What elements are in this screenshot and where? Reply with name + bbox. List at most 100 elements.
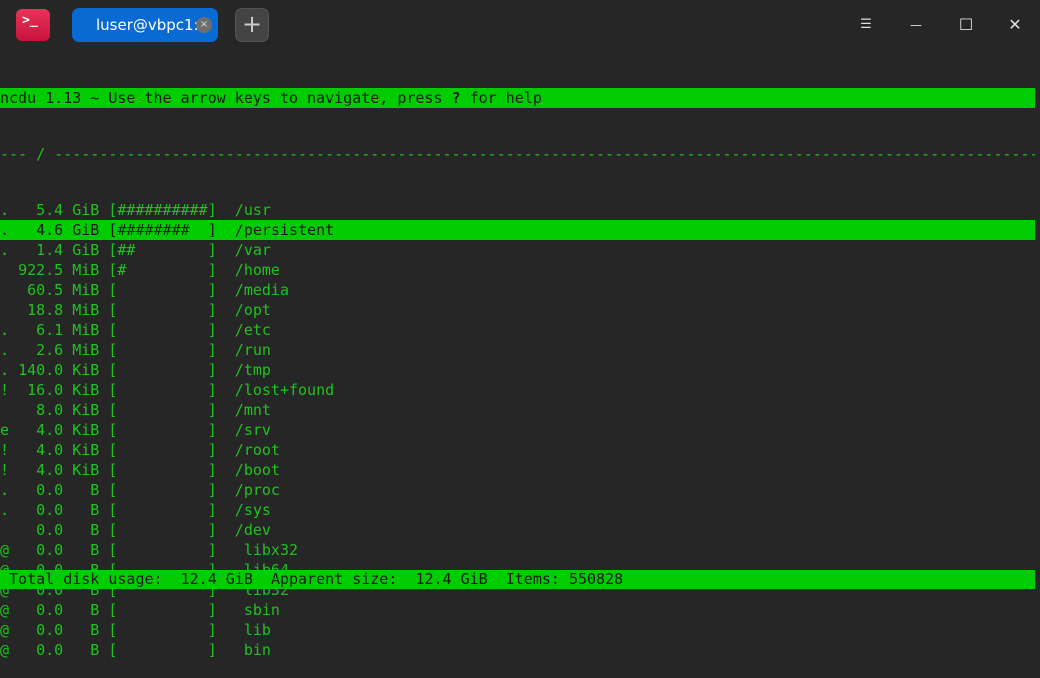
row-unit: B: [72, 601, 100, 619]
maximize-icon[interactable]: ☐: [956, 15, 976, 35]
row-graph: [117, 401, 207, 419]
row-flag: !: [0, 461, 10, 479]
row-name: /lost+found: [225, 381, 335, 399]
directory-row[interactable]: 922.5 MiB [# ] /home: [0, 260, 1035, 280]
row-size: 0.0: [18, 621, 64, 639]
tab-terminal[interactable]: luser@vbpc1: / ×: [72, 8, 218, 42]
row-unit: MiB: [72, 321, 100, 339]
directory-row[interactable]: . 140.0 KiB [ ] /tmp: [0, 360, 1035, 380]
directory-row[interactable]: . 6.1 MiB [ ] /etc: [0, 320, 1035, 340]
row-name: /mnt: [225, 401, 271, 419]
total-value: 12.4 GiB: [180, 570, 253, 588]
row-flag: .: [0, 361, 10, 379]
terminal-app-icon: >_: [16, 9, 50, 41]
row-graph: [117, 501, 207, 519]
row-unit: MiB: [72, 301, 100, 319]
row-size: 0.0: [18, 521, 64, 539]
row-graph: [117, 321, 207, 339]
directory-row[interactable]: 8.0 KiB [ ] /mnt: [0, 400, 1035, 420]
directory-row[interactable]: 60.5 MiB [ ] /media: [0, 280, 1035, 300]
row-unit: KiB: [72, 401, 100, 419]
row-flag: @: [0, 621, 10, 639]
row-graph: [117, 461, 207, 479]
directory-row[interactable]: 18.8 MiB [ ] /opt: [0, 300, 1035, 320]
menu-icon[interactable]: ☰: [856, 15, 876, 35]
row-unit: GiB: [72, 241, 100, 259]
row-flag: [0, 261, 9, 279]
items-label: Items:: [505, 570, 560, 588]
row-size: 4.0: [18, 441, 64, 459]
directory-row[interactable]: ! 4.0 KiB [ ] /root: [0, 440, 1035, 460]
row-flag: !: [0, 441, 10, 459]
row-unit: GiB: [72, 221, 100, 239]
row-graph: [117, 281, 207, 299]
directory-row[interactable]: . 5.4 GiB [##########] /usr: [0, 200, 1035, 220]
directory-row[interactable]: @ 0.0 B [ ] libx32: [0, 540, 1035, 560]
row-graph: [117, 641, 207, 659]
row-name: bin: [225, 641, 271, 659]
row-unit: MiB: [72, 261, 100, 279]
row-flag: .: [0, 221, 10, 239]
header-text-end: for help: [460, 89, 542, 107]
row-graph: ##: [117, 241, 208, 259]
row-name: /opt: [225, 301, 271, 319]
row-unit: KiB: [72, 361, 100, 379]
directory-row[interactable]: . 0.0 B [ ] /proc: [0, 480, 1035, 500]
row-flag: .: [0, 321, 10, 339]
directory-row[interactable]: ! 4.0 KiB [ ] /boot: [0, 460, 1035, 480]
row-unit: B: [72, 541, 100, 559]
items-value: 550828: [568, 570, 624, 588]
row-flag: .: [0, 201, 10, 219]
row-name: /tmp: [225, 361, 271, 379]
directory-row[interactable]: . 1.4 GiB [## ] /var: [0, 240, 1035, 260]
apparent-label: Apparent size:: [270, 570, 398, 588]
row-unit: KiB: [72, 381, 100, 399]
row-graph: [117, 601, 207, 619]
row-flag: e: [0, 421, 10, 439]
row-name: /sys: [225, 501, 271, 519]
row-flag: [0, 401, 9, 419]
row-unit: MiB: [72, 341, 100, 359]
row-name: /usr: [225, 201, 271, 219]
directory-row[interactable]: . 2.6 MiB [ ] /run: [0, 340, 1035, 360]
directory-row[interactable]: . 4.6 GiB [######## ] /persistent: [0, 220, 1035, 240]
row-graph: ########: [117, 221, 208, 239]
row-flag: !: [0, 381, 10, 399]
row-size: 0.0: [18, 541, 64, 559]
row-name: /proc: [225, 481, 280, 499]
minimize-icon[interactable]: —: [906, 15, 926, 35]
row-unit: KiB: [72, 441, 100, 459]
directory-row[interactable]: . 0.0 B [ ] /sys: [0, 500, 1035, 520]
row-graph: [117, 621, 207, 639]
row-flag: .: [0, 241, 10, 259]
new-tab-button[interactable]: +: [235, 8, 269, 42]
row-size: 5.4: [18, 201, 64, 219]
directory-row[interactable]: ! 16.0 KiB [ ] /lost+found: [0, 380, 1035, 400]
row-unit: B: [72, 621, 100, 639]
row-flag: [0, 301, 9, 319]
row-unit: B: [72, 521, 100, 539]
apparent-value: 12.4 GiB: [415, 570, 488, 588]
directory-row[interactable]: @ 0.0 B [ ] lib: [0, 620, 1035, 640]
close-tab-icon[interactable]: ×: [196, 17, 212, 33]
row-name: /srv: [225, 421, 271, 439]
row-name: libx32: [225, 541, 299, 559]
directory-row[interactable]: 0.0 B [ ] /dev: [0, 520, 1035, 540]
row-unit: B: [72, 481, 100, 499]
row-size: 140.0: [18, 361, 64, 379]
close-window-icon[interactable]: ✕: [1005, 15, 1025, 35]
row-name: /persistent: [225, 221, 335, 239]
row-name: /boot: [225, 461, 280, 479]
row-flag: @: [0, 601, 10, 619]
tab-title: luser@vbpc1: /: [96, 16, 209, 34]
row-name: sbin: [225, 601, 280, 619]
row-graph: [117, 421, 207, 439]
row-size: 0.0: [18, 501, 64, 519]
directory-row[interactable]: e 4.0 KiB [ ] /srv: [0, 420, 1035, 440]
row-unit: KiB: [72, 461, 100, 479]
directory-row[interactable]: @ 0.0 B [ ] sbin: [0, 600, 1035, 620]
path-separator: --- / ----------------------------------…: [0, 145, 1035, 163]
directory-row[interactable]: @ 0.0 B [ ] bin: [0, 640, 1035, 660]
row-name: /etc: [225, 321, 271, 339]
row-flag: @: [0, 541, 10, 559]
